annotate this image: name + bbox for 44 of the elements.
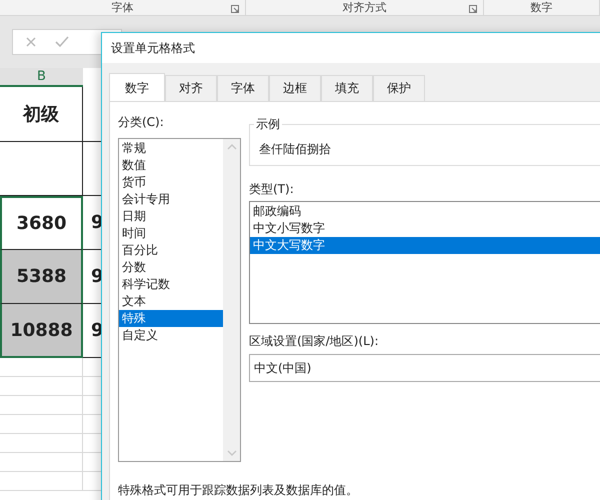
locale-dropdown[interactable]: 中文(中国)	[249, 354, 600, 382]
sample-legend: 示例	[254, 116, 282, 133]
dialog-tab[interactable]: 保护	[373, 75, 425, 101]
type-list[interactable]: 邮政编码 中文小写数字 中文大写数字	[249, 201, 600, 324]
table-cell: 10888	[0, 304, 83, 358]
ribbon-group-label: 字体	[112, 0, 134, 14]
category-item[interactable]: 常规	[119, 140, 223, 157]
cancel-icon[interactable]	[25, 36, 37, 48]
column-header[interactable]: B	[0, 68, 83, 87]
check-icon[interactable]	[55, 36, 69, 48]
type-item[interactable]: 邮政编码	[250, 203, 600, 220]
locale-label: 区域设置(国家/地区)(L):	[249, 333, 380, 350]
table-cell: 初级	[0, 87, 83, 142]
category-item[interactable]: 自定义	[119, 327, 223, 344]
dialog-title: 设置单元格格式	[102, 33, 600, 63]
type-label: 类型(T):	[249, 181, 295, 198]
scroll-down-icon[interactable]	[226, 450, 236, 456]
dialog-tab[interactable]: 字体	[217, 75, 269, 101]
category-item[interactable]: 分数	[119, 259, 223, 276]
category-item[interactable]: 时间	[119, 225, 223, 242]
category-list[interactable]: 常规 数值 货币 会计专用 日期 时间 百分比 分数 科学记数 文本 特殊 自定义	[118, 138, 241, 462]
category-item[interactable]: 文本	[119, 293, 223, 310]
ribbon-group-label: 数字	[530, 0, 552, 14]
category-item[interactable]: 数值	[119, 157, 223, 174]
dialog-launcher-icon[interactable]	[231, 5, 240, 13]
ribbon-group-label: 对齐方式	[342, 0, 387, 14]
description-text: 特殊格式可用于跟踪数据列表及数据库的值。	[118, 482, 358, 499]
category-item[interactable]: 科学记数	[119, 276, 223, 293]
dialog-launcher-icon[interactable]	[469, 5, 477, 13]
sample-value: 叁仟陆佰捌拾	[259, 140, 331, 158]
category-item[interactable]: 百分比	[119, 242, 223, 259]
dialog-tab[interactable]: 填充	[321, 75, 373, 101]
category-label: 分类(C):	[118, 114, 165, 131]
dialog-tab[interactable]: 边框	[269, 75, 321, 101]
category-item[interactable]: 货币	[119, 174, 223, 191]
dialog-tab[interactable]: 对齐	[165, 75, 217, 101]
category-item[interactable]: 会计专用	[119, 191, 223, 208]
category-item[interactable]: 特殊	[119, 310, 223, 327]
scroll-up-icon[interactable]	[226, 144, 236, 150]
type-item[interactable]: 中文大写数字	[250, 237, 600, 254]
table-cell: 5388	[0, 250, 83, 304]
dialog-tab[interactable]: 数字	[109, 73, 165, 102]
category-item[interactable]: 日期	[119, 208, 223, 225]
type-item[interactable]: 中文小写数字	[250, 220, 600, 237]
